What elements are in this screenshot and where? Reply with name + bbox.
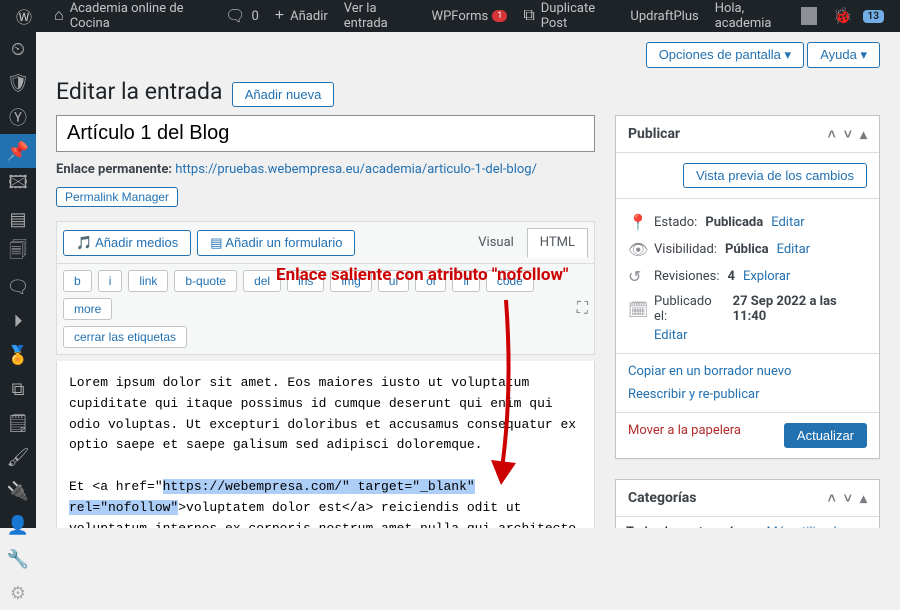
menu-media[interactable]: 🖾 bbox=[0, 168, 36, 202]
editor-p2a: Et <a href=" bbox=[69, 479, 163, 494]
add-new-button[interactable]: Añadir nueva bbox=[232, 82, 335, 107]
caret-up-icon[interactable]: ▴ bbox=[860, 491, 867, 507]
permalink-manager-button[interactable]: Permalink Manager bbox=[56, 187, 178, 207]
menu-shield[interactable]: 🛡 bbox=[0, 66, 36, 100]
eye-icon: 👁 bbox=[628, 240, 646, 259]
qt-link[interactable]: link bbox=[128, 270, 168, 292]
visibility-label: Visibilidad: bbox=[654, 242, 717, 257]
qt-li[interactable]: li bbox=[452, 270, 479, 292]
date-edit-link[interactable]: Editar bbox=[654, 328, 688, 343]
my-account[interactable]: Hola, academia bbox=[707, 0, 825, 32]
qt-ul[interactable]: ul bbox=[378, 270, 409, 292]
menu-form[interactable]: 🗒 bbox=[0, 406, 36, 440]
menu-learndash[interactable]: ⏵ bbox=[0, 304, 36, 338]
qt-ins[interactable]: ins bbox=[287, 270, 324, 292]
page-title: Editar la entrada bbox=[56, 78, 223, 105]
trash-link[interactable]: Mover a la papelera bbox=[628, 423, 741, 438]
tab-html[interactable]: HTML bbox=[527, 228, 588, 258]
preview-button[interactable]: Vista previa de los cambios bbox=[683, 163, 867, 188]
menu-posts[interactable]: 📌 bbox=[0, 134, 36, 168]
view-post[interactable]: Ver la entrada bbox=[336, 0, 424, 32]
site-name[interactable]: ⌂Academia online de Cocina bbox=[46, 0, 217, 32]
tab-most-used[interactable]: Más utilizadas bbox=[756, 517, 860, 528]
chevron-up-icon[interactable]: ˄ bbox=[828, 126, 836, 143]
menu-tools[interactable]: 🔧 bbox=[0, 542, 36, 576]
post-title-input[interactable] bbox=[56, 115, 595, 152]
categories-heading: Categorías ˄˅▴ bbox=[616, 480, 879, 517]
qt-code[interactable]: code bbox=[486, 270, 534, 292]
categories-box: Categorías ˄˅▴ Todas las categorías Más … bbox=[615, 479, 880, 528]
status-label: Estado: bbox=[654, 215, 697, 230]
copy-draft-link[interactable]: Copiar en un borrador nuevo bbox=[628, 364, 791, 379]
permalink-row: Enlace permanente: https://pruebas.webem… bbox=[56, 162, 595, 177]
update-button[interactable]: Actualizar bbox=[784, 423, 867, 448]
permalink-url[interactable]: https://pruebas.webempresa.eu/academia/a… bbox=[175, 162, 537, 177]
pin-icon: 📍 bbox=[628, 213, 646, 232]
menu-comments[interactable]: 🗨 bbox=[0, 270, 36, 304]
updraftplus[interactable]: UpdraftPlus bbox=[622, 0, 706, 32]
chevron-down-icon[interactable]: ˅ bbox=[844, 126, 852, 143]
status-edit-link[interactable]: Editar bbox=[771, 215, 805, 230]
qt-del[interactable]: del bbox=[243, 270, 281, 292]
publish-heading: Publicar ˄˅▴ bbox=[616, 116, 879, 153]
wp-logo[interactable]: Ⓦ bbox=[8, 0, 46, 32]
query-monitor[interactable]: 🐞13 bbox=[825, 0, 892, 32]
avatar bbox=[801, 7, 817, 25]
qt-img[interactable]: img bbox=[330, 270, 371, 292]
media-toolbar: 🎵 Añadir medios ▤ Añadir un formulario V… bbox=[56, 221, 595, 263]
date-value: 27 Sep 2022 a las 11:40 bbox=[733, 294, 867, 324]
caret-up-icon[interactable]: ▴ bbox=[860, 127, 867, 143]
revisions-count: 4 bbox=[728, 269, 735, 284]
menu-dashboard[interactable]: ⏲ bbox=[0, 32, 36, 66]
permalink-label: Enlace permanente: bbox=[56, 162, 172, 177]
qt-i[interactable]: i bbox=[98, 270, 123, 292]
qt-b[interactable]: b bbox=[63, 270, 92, 292]
screen-options-button[interactable]: Opciones de pantalla ▾ bbox=[646, 42, 804, 68]
wpforms-menu[interactable]: WPForms1 bbox=[424, 0, 516, 32]
chevron-down-icon[interactable]: ˅ bbox=[844, 490, 852, 507]
main-content: Opciones de pantalla ▾ Ayuda ▾ Editar la… bbox=[36, 32, 900, 528]
revisions-label: Revisiones: bbox=[654, 269, 720, 284]
menu-plugins[interactable]: 🔌 bbox=[0, 474, 36, 508]
admin-bar: Ⓦ ⌂Academia online de Cocina 🗨0 +Añadir … bbox=[0, 0, 900, 32]
help-button[interactable]: Ayuda ▾ bbox=[807, 42, 880, 68]
revisions-explore-link[interactable]: Explorar bbox=[743, 269, 790, 284]
qt-close-tags[interactable]: cerrar las etiquetas bbox=[63, 326, 187, 348]
tab-visual[interactable]: Visual bbox=[465, 228, 527, 257]
chevron-up-icon[interactable]: ˄ bbox=[828, 490, 836, 507]
menu-appearance[interactable]: 🖌 bbox=[0, 440, 36, 474]
admin-menu: ⏲ 🛡 Ⓨ 📌 🖾 ▤ 🗐 🗨 ⏵ 🏅 ⧉ 🗒 🖌 🔌 👤 🔧 ⚙ bbox=[0, 32, 36, 528]
add-media-button[interactable]: 🎵 Añadir medios bbox=[63, 230, 191, 256]
add-new[interactable]: +Añadir bbox=[267, 0, 336, 32]
content-editor[interactable]: Lorem ipsum dolor sit amet. Eos maiores … bbox=[56, 361, 595, 528]
add-form-button[interactable]: ▤ Añadir un formulario bbox=[197, 230, 355, 256]
menu-library[interactable]: ▤ bbox=[0, 202, 36, 236]
date-label: Publicado el: bbox=[654, 294, 725, 324]
publish-box: Publicar ˄˅▴ Vista previa de los cambios… bbox=[615, 115, 880, 459]
rewrite-link[interactable]: Reescribir y re-publicar bbox=[628, 387, 760, 402]
duplicate-post[interactable]: ⧉Duplicate Post bbox=[515, 0, 622, 32]
menu-yoast[interactable]: Ⓨ bbox=[0, 100, 36, 134]
menu-settings[interactable]: ⚙ bbox=[0, 576, 36, 610]
tab-all-categories[interactable]: Todas las categorías bbox=[616, 517, 756, 528]
visibility-edit-link[interactable]: Editar bbox=[777, 242, 811, 257]
menu-users[interactable]: 👤 bbox=[0, 508, 36, 542]
menu-pages[interactable]: 🗐 bbox=[0, 236, 36, 270]
qt-bquote[interactable]: b-quote bbox=[174, 270, 237, 292]
visibility-value: Pública bbox=[725, 242, 769, 257]
comments-bubble[interactable]: 🗨0 bbox=[217, 0, 267, 32]
quicktags-toolbar: b i link b-quote del ins img ul ol li co… bbox=[56, 263, 595, 355]
qt-ol[interactable]: ol bbox=[415, 270, 446, 292]
menu-slider[interactable]: ⧉ bbox=[0, 372, 36, 406]
revisions-icon: ↺ bbox=[628, 267, 646, 286]
menu-badges[interactable]: 🏅 bbox=[0, 338, 36, 372]
calendar-icon: 🗓 bbox=[628, 300, 646, 319]
fullscreen-icon[interactable]: ⛶ bbox=[577, 298, 588, 320]
editor-p1: Lorem ipsum dolor sit amet. Eos maiores … bbox=[69, 375, 576, 452]
status-value: Publicada bbox=[705, 215, 763, 230]
qt-more[interactable]: more bbox=[63, 298, 112, 320]
